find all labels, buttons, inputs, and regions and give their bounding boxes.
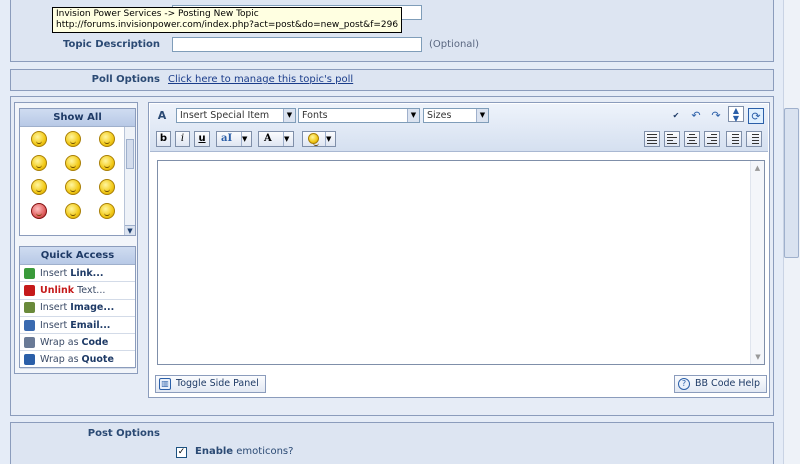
post-options-label: Post Options <box>87 428 160 439</box>
font-color-button[interactable]: aI ▼ <box>216 131 252 147</box>
align-center-icon[interactable] <box>684 131 700 147</box>
emoticon-grid <box>22 131 126 219</box>
emoticon-grin-icon[interactable] <box>31 155 47 171</box>
tooltip-title: Invision Power Services -> Posting New T… <box>56 9 259 19</box>
browser-tooltip: Invision Power Services -> Posting New T… <box>52 7 403 33</box>
emoticon-cool-icon[interactable] <box>31 179 47 195</box>
fonts-select[interactable]: Fonts ▼ <box>298 108 420 123</box>
numbered-list-icon[interactable] <box>726 131 742 147</box>
quote-icon <box>24 354 35 366</box>
emoticon-happy-icon[interactable] <box>99 131 115 147</box>
emoticon-smile-icon[interactable] <box>31 131 47 147</box>
chevron-down-icon: ▼ <box>241 132 251 146</box>
textarea-scrollbar[interactable]: ▲ ▼ <box>750 161 764 364</box>
switch-mode-icon[interactable]: ⟳ <box>748 108 764 124</box>
quick-access-item[interactable]: Wrap as Quote <box>20 351 135 369</box>
emoticon-shocked-icon[interactable] <box>65 131 81 147</box>
sizes-value: Sizes <box>427 110 452 121</box>
topic-description-label: Topic Description <box>62 39 160 50</box>
chevron-down-icon: ▼ <box>325 132 335 146</box>
image-icon <box>24 302 35 314</box>
page-scrollbar[interactable] <box>783 0 800 464</box>
enable-emoticons-checkbox[interactable]: ✓ <box>176 447 187 458</box>
toggle-side-panel-button[interactable]: ▥ Toggle Side Panel <box>155 375 266 393</box>
emoticons-scroll-thumb[interactable] <box>126 139 134 169</box>
quick-access-item[interactable]: Wrap as Code <box>20 334 135 352</box>
chevron-down-icon: ▼ <box>283 132 293 146</box>
bb-code-help-button[interactable]: ? BB Code Help <box>674 375 768 393</box>
spellcheck-icon[interactable]: ✔ <box>668 108 684 124</box>
topic-description-input[interactable] <box>172 37 422 52</box>
special-item-select[interactable]: Insert Special Item ▼ <box>176 108 296 123</box>
chevron-down-icon: ▼ <box>283 109 295 122</box>
align-left-icon[interactable] <box>664 131 680 147</box>
tooltip-url: http://forums.invisionpower.com/index.ph… <box>56 20 399 30</box>
enable-emoticons-label: Enable emoticons? <box>195 446 294 457</box>
emoticon-laugh-icon[interactable] <box>65 155 81 171</box>
redo-icon[interactable]: ↷ <box>708 108 724 124</box>
emoticon-biggrin-icon[interactable] <box>99 203 115 219</box>
sizes-select[interactable]: Sizes ▼ <box>423 108 489 123</box>
editor-toolbar: A Insert Special Item ▼ Fonts ▼ Sizes ▼ … <box>150 104 768 152</box>
emoticons-box: Show All ▼ <box>19 108 136 236</box>
emoticon-button[interactable]: ▼ <box>302 131 336 147</box>
align-right-icon[interactable] <box>704 131 720 147</box>
quick-access-list: Insert Link... Unlink Text... Insert Image… <box>20 265 135 369</box>
bullet-list-icon[interactable] <box>746 131 762 147</box>
post-new-topic-page: Invision Power Services -> Posting New T… <box>0 0 800 464</box>
help-icon: ? <box>678 378 690 390</box>
chevron-down-icon: ▼ <box>407 109 419 122</box>
chevron-down-icon[interactable]: ▼ <box>751 353 765 361</box>
fonts-value: Fonts <box>302 110 328 121</box>
emoticon-wink-icon[interactable] <box>65 179 81 195</box>
chevron-up-icon[interactable]: ▲ <box>751 164 764 172</box>
quick-access-item[interactable]: Insert Link... <box>20 265 135 283</box>
emoticon-tongue-icon[interactable] <box>99 155 115 171</box>
quick-access-item[interactable]: Unlink Text... <box>20 282 135 300</box>
italic-button[interactable]: i <box>175 131 190 147</box>
text-format-button[interactable]: A ▼ <box>258 131 294 147</box>
optional-hint: (Optional) <box>429 39 480 50</box>
manage-poll-link[interactable]: Click here to manage this topic's poll <box>168 74 353 85</box>
poll-options-label: Poll Options <box>91 74 160 85</box>
undo-icon[interactable]: ↶ <box>688 108 704 124</box>
unlink-icon <box>24 284 35 296</box>
quick-access-item[interactable]: Insert Image... <box>20 300 135 317</box>
resize-icon[interactable]: ▲ ▼ <box>728 106 744 123</box>
emoticon-dry-icon[interactable] <box>65 203 81 219</box>
show-all-emoticons[interactable]: Show All <box>20 109 135 127</box>
bold-button[interactable]: b <box>156 131 171 147</box>
emoticons-scrollbar[interactable]: ▼ <box>124 127 135 235</box>
quick-access-box: Quick Access Insert Link... Unlink Text..… <box>19 246 136 369</box>
underline-button[interactable]: u <box>194 131 210 147</box>
quick-access-header: Quick Access <box>20 247 135 265</box>
email-icon <box>24 319 35 331</box>
chevron-down-icon: ▼ <box>476 109 488 122</box>
code-icon <box>24 336 35 348</box>
side-panel-icon: ▥ <box>159 378 171 390</box>
chevron-down-icon[interactable]: ▼ <box>125 225 135 235</box>
special-item-value: Insert Special Item <box>180 110 270 121</box>
post-body-textarea[interactable]: ▲ ▼ <box>157 160 765 365</box>
link-icon <box>24 267 35 279</box>
emoticon-unsure-icon[interactable] <box>99 179 115 195</box>
quick-access-item[interactable]: Insert Email... <box>20 317 135 335</box>
emoticon-love-icon[interactable] <box>31 203 47 219</box>
page-scroll-thumb[interactable] <box>784 108 799 258</box>
smiley-icon <box>308 133 319 146</box>
outdent-icon[interactable] <box>644 131 660 147</box>
special-item-icon: A <box>157 109 167 122</box>
